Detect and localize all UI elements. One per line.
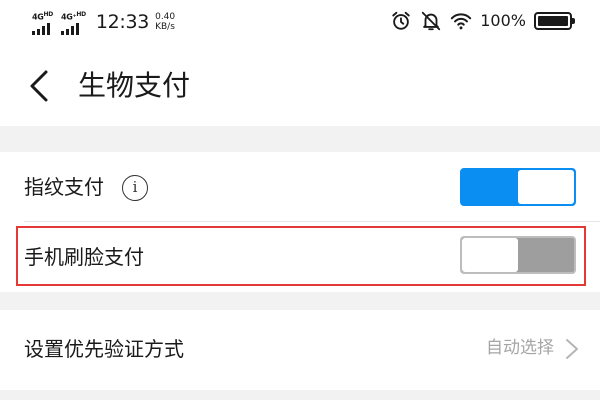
face-pay-row[interactable]: 手机刷脸支付 xyxy=(0,222,600,292)
sim1-signal: 4GHD xyxy=(32,10,53,35)
network-speed: 0.40 KB/s xyxy=(155,12,175,32)
page-header: 生物支付 xyxy=(0,46,600,126)
payment-settings-group: 指纹支付 i 手机刷脸支付 xyxy=(0,152,600,292)
chevron-right-icon xyxy=(566,339,578,359)
alarm-clock-icon xyxy=(392,11,410,30)
status-right: 100% xyxy=(390,10,575,32)
battery-icon xyxy=(534,12,575,30)
sim1-label: 4G xyxy=(32,12,44,22)
back-arrow-icon[interactable] xyxy=(24,68,58,104)
verify-method-value: 自动选择 xyxy=(486,338,554,358)
verify-method-row[interactable]: 设置优先验证方式 自动选择 xyxy=(0,310,600,390)
face-pay-toggle[interactable] xyxy=(460,236,576,274)
verify-settings-group: 设置优先验证方式 自动选择 xyxy=(0,310,600,390)
sim2-hd: HD xyxy=(76,11,86,18)
page-title: 生物支付 xyxy=(78,69,191,102)
wifi-icon xyxy=(451,13,472,30)
fingerprint-pay-label: 指纹支付 xyxy=(24,175,104,199)
face-pay-label: 手机刷脸支付 xyxy=(24,245,144,269)
speed-unit: KB/s xyxy=(155,22,175,32)
status-left: 4GHD 4G⁺HD 12:33 0.40 KB/s xyxy=(32,10,175,35)
signal-bars-icon xyxy=(32,22,50,35)
sim2-signal: 4G⁺HD xyxy=(60,10,86,35)
bell-off-icon xyxy=(422,11,441,31)
fingerprint-pay-row[interactable]: 指纹支付 i xyxy=(0,152,600,222)
speed-value: 0.40 xyxy=(155,12,176,22)
toggle-knob xyxy=(462,238,518,272)
sim1-hd: HD xyxy=(43,11,54,18)
sim2-label: 4G⁺ xyxy=(60,12,77,22)
verify-method-label: 设置优先验证方式 xyxy=(24,337,184,361)
battery-percent: 100% xyxy=(480,11,526,30)
status-bar: 4GHD 4G⁺HD 12:33 0.40 KB/s 100% xyxy=(0,0,600,46)
status-time: 12:33 xyxy=(95,11,150,33)
info-icon[interactable]: i xyxy=(122,175,148,201)
toggle-knob xyxy=(518,170,574,204)
fingerprint-pay-toggle[interactable] xyxy=(460,168,576,206)
signal-bars-icon xyxy=(60,22,79,35)
